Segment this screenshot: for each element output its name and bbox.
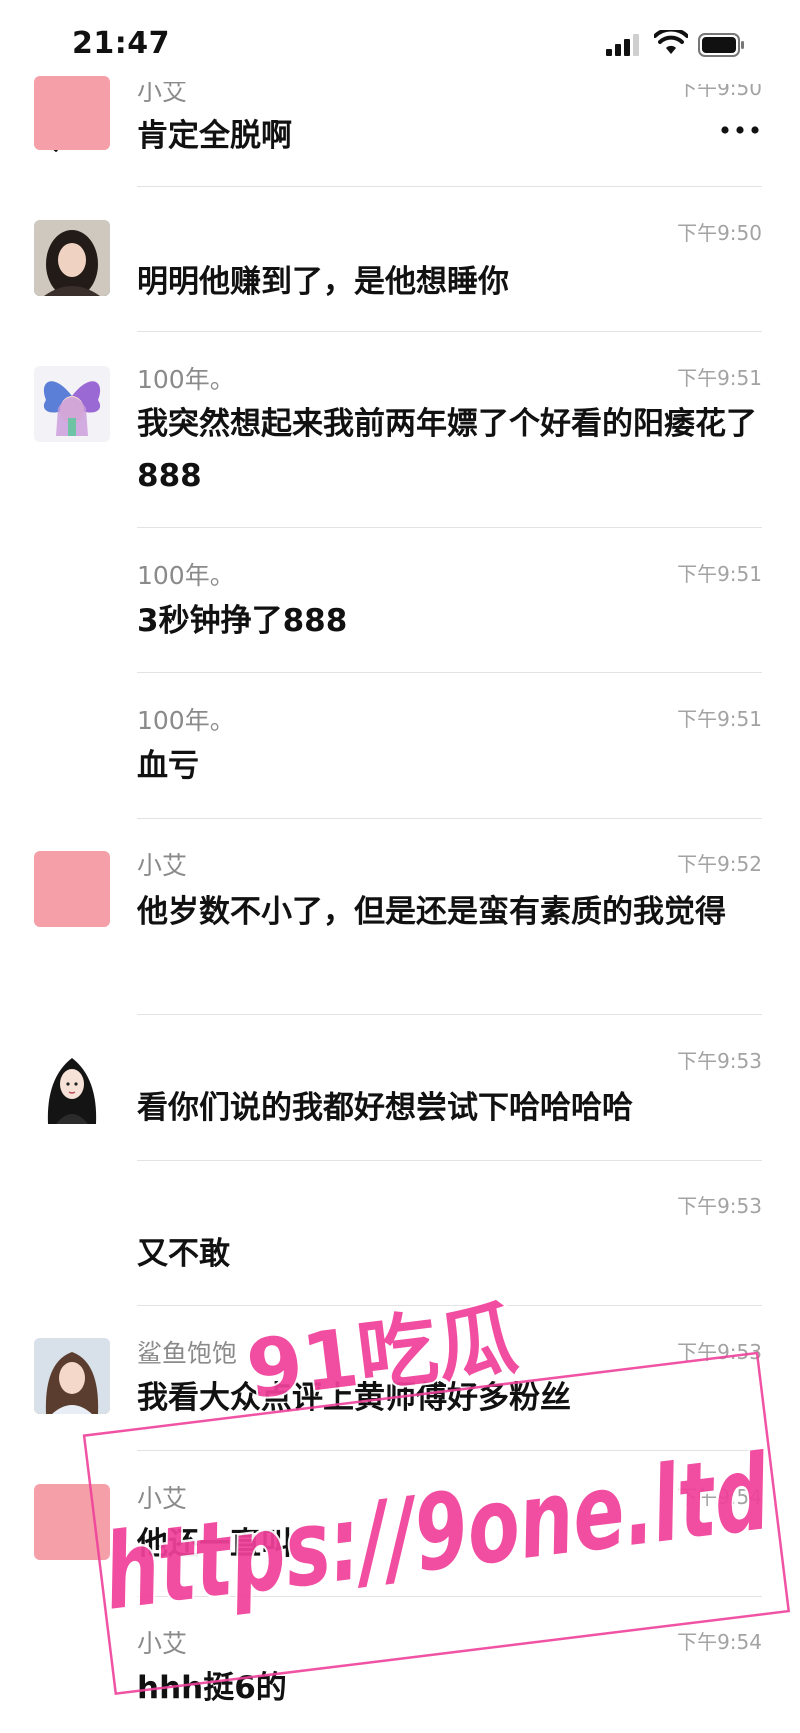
avatar[interactable] bbox=[34, 220, 110, 296]
message-time: 下午9:50 bbox=[677, 221, 762, 245]
message-time: 下午9:52 bbox=[677, 852, 762, 876]
message-time: 下午9:54 bbox=[677, 1630, 762, 1654]
message-time: 下午9:51 bbox=[677, 707, 762, 731]
message-text: 肯定全脱啊 bbox=[137, 118, 292, 154]
message-sender: 小艾 bbox=[137, 1484, 188, 1513]
message-text: 明明他赚到了，是他想睡你 bbox=[137, 264, 509, 300]
divider bbox=[137, 186, 762, 187]
message-time: 下午9:51 bbox=[677, 562, 762, 586]
avatar[interactable] bbox=[34, 1484, 110, 1560]
divider bbox=[137, 331, 762, 332]
divider bbox=[137, 818, 762, 819]
message-text: 他还一直叫 bbox=[137, 1526, 292, 1562]
message-time: 下午9:54 bbox=[677, 1485, 762, 1509]
status-bar: 21:47 bbox=[0, 0, 800, 88]
status-time: 21:47 bbox=[72, 26, 170, 61]
message-text: 他岁数不小了，但是还是蛮有素质的我觉得 bbox=[137, 894, 726, 930]
message-text: 看你们说的我都好想尝试下哈哈哈哈 bbox=[137, 1090, 633, 1126]
message-text: 血亏 bbox=[137, 748, 199, 784]
message-time: 下午9:53 bbox=[677, 1194, 762, 1218]
message-sender: 100年。 bbox=[137, 706, 235, 735]
divider bbox=[137, 672, 762, 673]
message-sender: 100年。 bbox=[137, 365, 235, 394]
message-text: 3秒钟挣了888 bbox=[137, 603, 348, 639]
message-time: 下午9:53 bbox=[677, 1340, 762, 1364]
avatar[interactable] bbox=[34, 851, 110, 927]
divider bbox=[137, 1014, 762, 1015]
message-sender: 鲨鱼饱饱 bbox=[137, 1339, 238, 1368]
avatar[interactable] bbox=[34, 366, 110, 442]
divider bbox=[137, 527, 762, 528]
message-text: hhh挺6的 bbox=[137, 1670, 287, 1706]
wifi-icon bbox=[653, 27, 689, 60]
divider bbox=[137, 1305, 762, 1306]
signal-icon bbox=[606, 34, 642, 60]
message-time: 下午9:51 bbox=[677, 366, 762, 390]
battery-icon bbox=[698, 33, 746, 61]
divider bbox=[137, 1160, 762, 1161]
message-sender: 小艾 bbox=[137, 1629, 188, 1658]
avatar[interactable] bbox=[34, 1338, 110, 1414]
message-text: 又不敢 bbox=[137, 1236, 230, 1272]
message-time: 下午9:53 bbox=[677, 1049, 762, 1073]
message-sender: 小艾 bbox=[137, 851, 188, 880]
message-sender: 100年。 bbox=[137, 561, 235, 590]
divider bbox=[137, 1596, 762, 1597]
avatar[interactable] bbox=[34, 1048, 110, 1124]
message-text: 我突然想起来我前两年嫖了个好看的阳痿花了888 bbox=[137, 406, 757, 494]
avatar[interactable] bbox=[34, 76, 110, 150]
divider bbox=[137, 1450, 762, 1451]
message-text: 我看大众点评上黄师傅好多粉丝 bbox=[137, 1380, 571, 1416]
